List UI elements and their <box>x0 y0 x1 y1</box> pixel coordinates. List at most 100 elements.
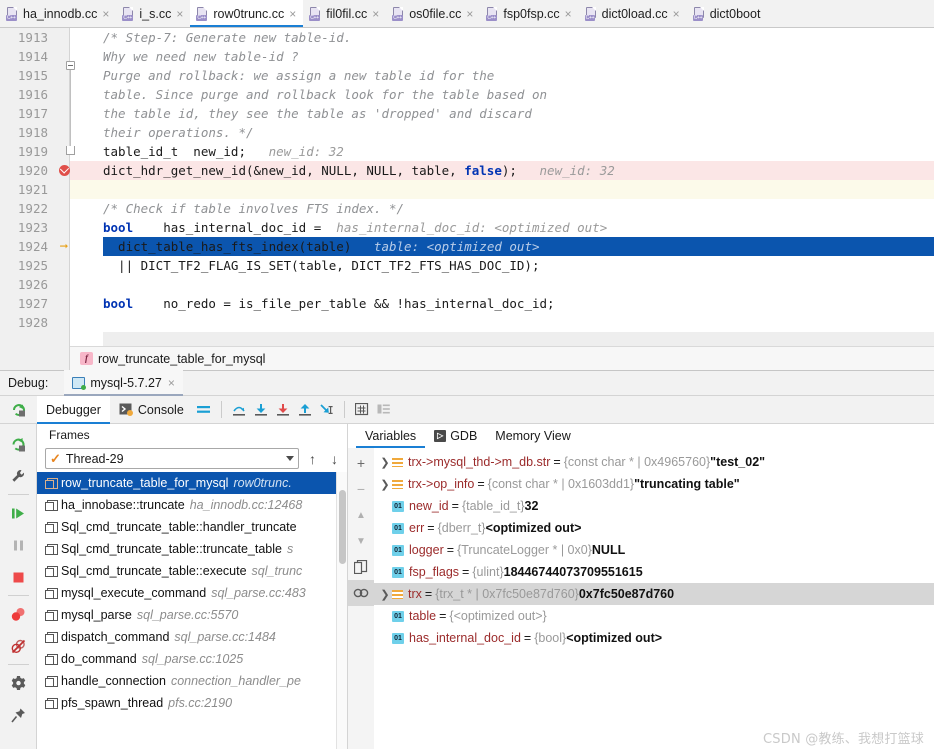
rerun-button-rail[interactable] <box>0 428 37 460</box>
thread-dropdown[interactable]: ✓ Thread-29 <box>45 448 299 469</box>
variable-row[interactable]: ❯01new_id={table_id_t} 32 <box>374 495 934 517</box>
stop-button[interactable] <box>0 561 37 593</box>
frame-list-item[interactable]: mysql_parse sql_parse.cc:5570 <box>37 604 336 626</box>
frame-list-item[interactable]: dispatch_command sql_parse.cc:1484 <box>37 626 336 648</box>
frame-list-item[interactable]: Sql_cmd_truncate_table::handler_truncate <box>37 516 336 538</box>
frames-scrollbar-thumb[interactable] <box>339 490 346 564</box>
code-line[interactable]: 1918 their operations. */ <box>0 123 934 142</box>
inspect-button[interactable] <box>348 580 374 606</box>
code-line[interactable]: 1927 bool no_redo = is_file_per_table && … <box>0 294 934 313</box>
rerun-button[interactable] <box>0 402 37 418</box>
code-line[interactable]: 1916 table. Since purge and rollback look… <box>0 85 934 104</box>
code-line[interactable]: 1925 || DICT_TF2_FLAG_IS_SET(table, DICT… <box>0 256 934 275</box>
resume-program-button[interactable] <box>0 497 37 529</box>
close-session-icon[interactable]: × <box>167 377 175 389</box>
code-line[interactable]: 1913 /* Step-7: Generate new table-id. <box>0 28 934 47</box>
breadcrumb[interactable]: f row_truncate_table_for_mysql <box>70 346 934 370</box>
run-to-cursor-button[interactable] <box>316 396 338 424</box>
add-watch-button[interactable]: + <box>348 450 374 476</box>
code-line[interactable]: 1923 bool has_internal_doc_id = has_inter… <box>0 218 934 237</box>
variable-row[interactable]: ❯01logger={TruncateLogger * | 0x0} NULL <box>374 539 934 561</box>
variables-list[interactable]: ❯ trx->mysql_thd->m_db.str = {const char * … <box>374 448 934 749</box>
step-into-button[interactable] <box>250 396 272 424</box>
mute-breakpoints-button[interactable] <box>0 630 37 662</box>
move-up-button[interactable]: ▲ <box>348 502 374 528</box>
evaluate-expression-button[interactable] <box>351 396 373 424</box>
variable-row[interactable]: ❯ trx->mysql_thd->m_db.str = {const char * … <box>374 451 934 473</box>
remove-watch-button[interactable]: − <box>348 476 374 502</box>
stack-frame-icon <box>45 609 58 621</box>
force-step-into-button[interactable] <box>272 396 294 424</box>
debugger-settings-button[interactable] <box>0 460 37 492</box>
tab-debugger[interactable]: Debugger <box>37 395 110 424</box>
code-line[interactable]: 1914 Why we need new table-id ? <box>0 47 934 66</box>
code-line[interactable]: 1921 <box>0 180 934 199</box>
variable-row[interactable]: ❯01err={dberr_t} <optimized out> <box>374 517 934 539</box>
pause-program-button[interactable] <box>0 529 37 561</box>
expand-chevron-icon[interactable]: ❯ <box>378 456 392 469</box>
code-token: Purge and rollback: we assign a new tabl… <box>103 68 495 83</box>
editor-tab-ha_innodb-cc[interactable]: C++ ha_innodb.cc × <box>0 0 117 27</box>
frame-list-item[interactable]: pfs_spawn_thread pfs.cc:2190 <box>37 692 336 714</box>
frame-list-item[interactable]: Sql_cmd_truncate_table::truncate_table s <box>37 538 336 560</box>
tab-console[interactable]: Console <box>110 396 193 424</box>
thread-check-icon: ✓ <box>50 451 61 466</box>
variable-row[interactable]: ❯01table={<optimized out>} <box>374 605 934 627</box>
frame-list-item[interactable]: mysql_execute_command sql_parse.cc:483 <box>37 582 336 604</box>
code-line[interactable]: 1924 ➞ dict_table_has_fts_index(table) ta… <box>0 237 934 256</box>
code-line[interactable]: 1922 /* Check if table involves FTS index… <box>0 199 934 218</box>
show-options-button[interactable] <box>373 396 395 424</box>
code-lines[interactable]: 1913/* Step-7: Generate new table-id. 191… <box>0 28 934 332</box>
tab-memory-view[interactable]: Memory View <box>486 424 579 448</box>
frame-list-item[interactable]: handle_connection connection_handler_pe <box>37 670 336 692</box>
frames-list[interactable]: row_truncate_table_for_mysql row0trunc. ha… <box>37 472 336 749</box>
variable-row[interactable]: ❯ trx = {trx_t * | 0x7fc50e87d760} 0x7fc50e… <box>374 583 934 605</box>
expand-chevron-icon[interactable]: ❯ <box>378 588 392 601</box>
code-line[interactable]: 1920 dict_hdr_get_new_id(&new_id, NULL, N… <box>0 161 934 180</box>
frame-down-button[interactable]: ↓ <box>326 451 343 467</box>
frame-list-item[interactable]: row_truncate_table_for_mysql row0trunc. <box>37 472 336 494</box>
step-over-button[interactable] <box>228 396 250 424</box>
copy-value-button[interactable] <box>348 554 374 580</box>
close-tab-icon[interactable]: × <box>465 8 473 20</box>
code-line[interactable]: 1917 the table id, they see the table as … <box>0 104 934 123</box>
view-breakpoints-button[interactable] <box>0 598 37 630</box>
close-tab-icon[interactable]: × <box>175 8 183 20</box>
frame-list-item[interactable]: Sql_cmd_truncate_table::execute sql_trunc <box>37 560 336 582</box>
editor-tab-row0trunc-cc[interactable]: C++ row0trunc.cc × <box>190 0 304 27</box>
editor-tab-label: row0trunc.cc <box>213 7 285 21</box>
frame-up-button[interactable]: ↑ <box>304 451 321 467</box>
editor-tab-dict0boot[interactable]: C++ dict0boot <box>686 0 768 27</box>
pin-tab-button[interactable] <box>0 699 37 731</box>
layout-settings-button[interactable] <box>193 396 215 424</box>
close-tab-icon[interactable]: × <box>101 8 109 20</box>
tab-gdb[interactable]: ▷ GDB <box>425 424 486 448</box>
tab-variables[interactable]: Variables <box>356 424 426 448</box>
variable-row[interactable]: ❯01fsp_flags={ulint} 1844674407370955161… <box>374 561 934 583</box>
settings-button[interactable] <box>0 667 37 699</box>
code-editor[interactable]: 1913/* Step-7: Generate new table-id. 191… <box>0 28 934 370</box>
editor-tab-fsp0fsp-cc[interactable]: C++ fsp0fsp.cc × <box>480 0 579 27</box>
code-line[interactable]: 1919 table_id_t new_id; new_id: 32 <box>0 142 934 161</box>
editor-tab-fil0fil-cc[interactable]: C++ fil0fil.cc × <box>303 0 387 27</box>
expand-chevron-icon[interactable]: ❯ <box>378 478 392 491</box>
close-tab-icon[interactable]: × <box>672 8 680 20</box>
frame-list-item[interactable]: ha_innobase::truncate ha_innodb.cc:12468 <box>37 494 336 516</box>
close-tab-icon[interactable]: × <box>288 8 296 20</box>
code-line[interactable]: 1926 <box>0 275 934 294</box>
debug-session-tab[interactable]: mysql-5.7.27 × <box>64 370 183 396</box>
editor-tab-i_s-cc[interactable]: C++ i_s.cc × <box>116 0 191 27</box>
frames-scrollbar[interactable] <box>336 472 347 749</box>
breadcrumb-label: row_truncate_table_for_mysql <box>98 351 266 366</box>
close-tab-icon[interactable]: × <box>564 8 572 20</box>
code-line[interactable]: 1915 Purge and rollback: we assign a new … <box>0 66 934 85</box>
step-out-button[interactable] <box>294 396 316 424</box>
code-line[interactable]: 1928 <box>0 313 934 332</box>
move-down-button[interactable]: ▼ <box>348 528 374 554</box>
variable-row[interactable]: ❯01has_internal_doc_id={bool} <optimized… <box>374 627 934 649</box>
editor-tab-dict0load-cc[interactable]: C++ dict0load.cc × <box>578 0 687 27</box>
variable-row[interactable]: ❯ trx->op_info = {const char * | 0x1603dd1}… <box>374 473 934 495</box>
frame-list-item[interactable]: do_command sql_parse.cc:1025 <box>37 648 336 670</box>
close-tab-icon[interactable]: × <box>371 8 379 20</box>
editor-tab-os0file-cc[interactable]: C++ os0file.cc × <box>386 0 481 27</box>
